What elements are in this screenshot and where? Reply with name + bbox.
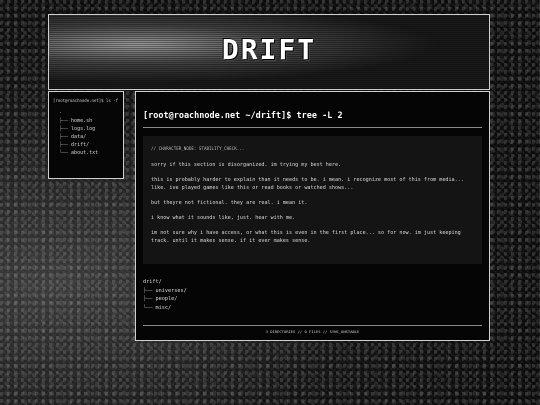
log-header: // CHARACTER_NODE: STABILITY_CHECK... [151,146,245,151]
sidebar-tree-root: . [59,109,63,115]
sidebar-item-logs[interactable]: ├── logs.log [59,125,119,133]
tree-item-label: universes/ [155,287,187,294]
sidebar-item-about[interactable]: └── about.txt [59,149,119,157]
log-paragraph: im not sure why i have access, or what t… [151,230,461,244]
tree-branch: ├── [59,142,69,148]
header-banner: DRIFT [48,14,490,90]
log-text-box: // CHARACTER_NODE: STABILITY_CHECK... so… [143,136,482,264]
sidebar-command: [root@roachnode.net]$ ls -f [53,98,119,103]
sidebar-item-drift[interactable]: ├── drift/ [59,141,119,149]
log-paragraph: but theyre not fictional. they are real.… [151,200,308,206]
tree-item-label: misc/ [155,304,172,311]
tree-branch: ├── [59,126,69,132]
divider [143,127,482,128]
tree-branch: ├── [59,118,69,124]
status-footer: 3 DIRECTORIES // 0 FILES // SYNC_UNSTABL… [265,329,360,334]
log-paragraph: sorry if this section is disorganized. i… [151,162,342,168]
log-paragraph: this is probably harder to explain than … [151,177,464,191]
sidebar-item-label: logs.log [71,126,96,132]
sidebar-item-label: data/ [71,134,87,140]
directory-tree: drift/ ├── universes/ ├── people/ └── mi… [143,278,187,312]
tree-item-label: people/ [155,296,178,302]
sidebar-item-home[interactable]: ├── home.sh [59,117,119,125]
tree-branch: ├── [143,287,153,294]
tree-item-misc[interactable]: └── misc/ [143,304,187,313]
log-paragraph: i know what it sounds like, just. hear w… [151,215,296,221]
terminal-prompt: [root@roachnode.net ~/drift]$ tree -L 2 [143,111,343,121]
tree-branch: └── [143,304,153,311]
sidebar-item-label: home.sh [71,118,93,124]
sidebar-list: ├── home.sh ├── logs.log ├── data/ ├── d… [59,117,119,157]
sidebar-item-data[interactable]: ├── data/ [59,133,119,141]
tree-branch: └── [59,150,69,156]
site-title: DRIFT [221,33,317,66]
sidebar-item-label: about.txt [71,150,99,156]
tree-item-people[interactable]: ├── people/ [143,295,187,304]
divider [143,325,482,326]
tree-branch: ├── [143,296,153,302]
main-panel: [root@roachnode.net ~/drift]$ tree -L 2 … [135,91,490,341]
sidebar-item-label: drift/ [71,142,90,148]
tree-item-universes[interactable]: ├── universes/ [143,287,187,296]
tree-root-link[interactable]: drift/ [143,278,187,287]
sidebar-nav: [root@roachnode.net]$ ls -f . ├── home.s… [48,91,124,179]
tree-branch: ├── [59,134,69,140]
